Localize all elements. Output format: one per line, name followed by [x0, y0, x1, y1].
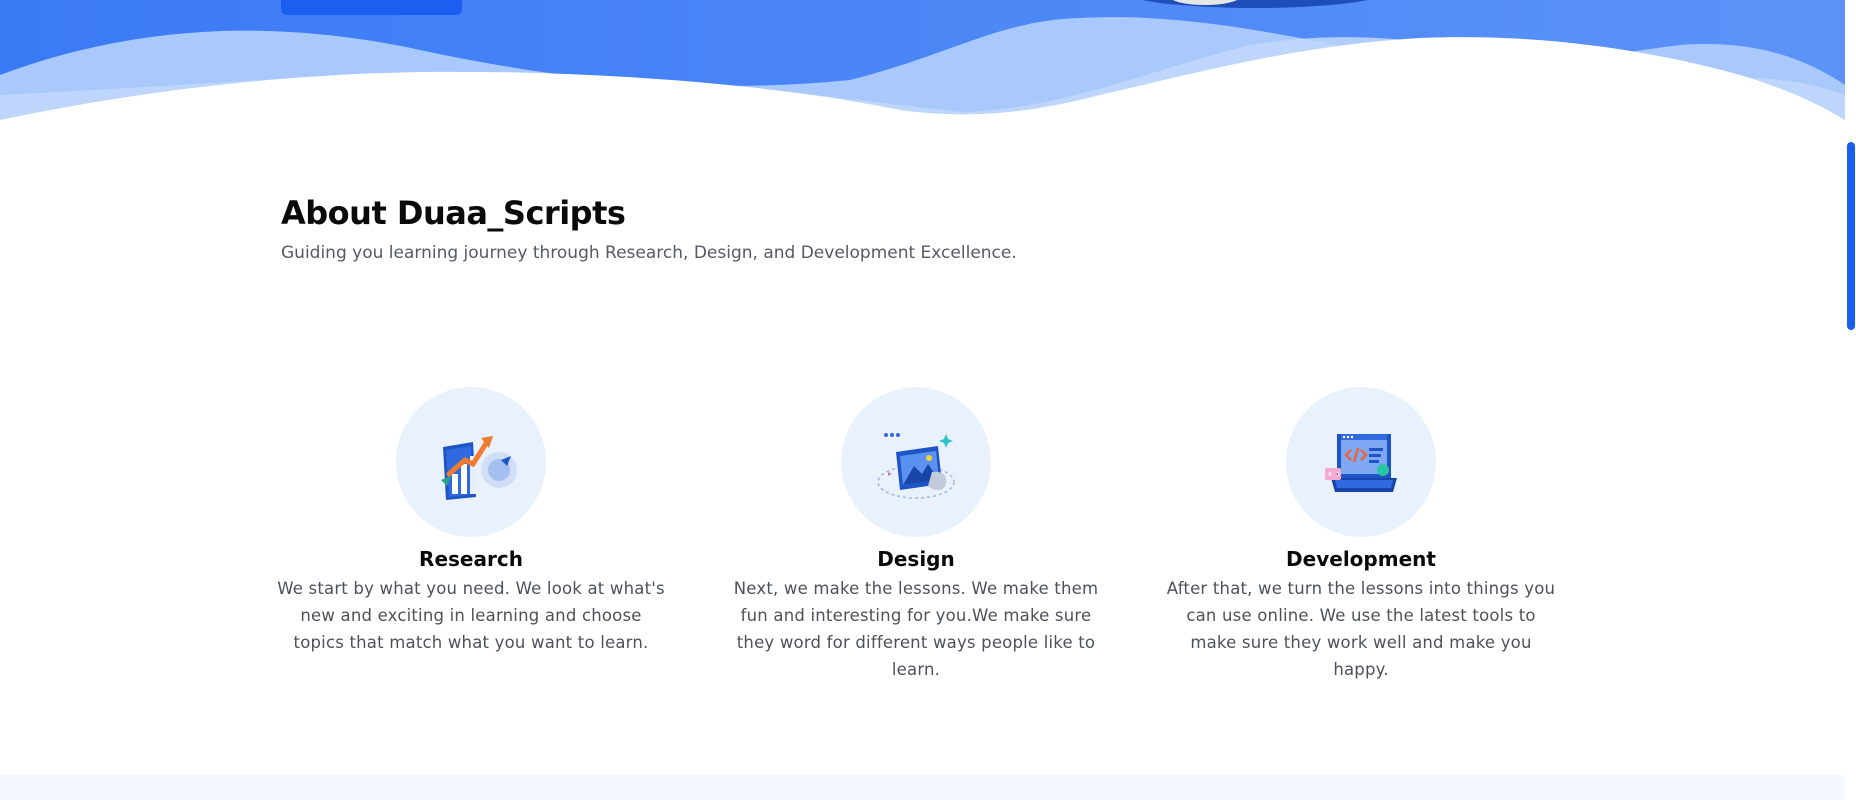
about-subtitle: Guiding you learning journey through Res…	[281, 243, 1017, 263]
feature-research: Research We start by what you need. We l…	[276, 387, 666, 656]
icon-circle	[841, 387, 991, 537]
icon-circle	[396, 387, 546, 537]
about-title: About Duaa_Scripts	[281, 194, 626, 232]
feature-description: After that, we turn the lessons into thi…	[1166, 579, 1556, 679]
page-scrollbar[interactable]	[1845, 0, 1856, 800]
feature-description: Next, we make the lessons. We make them …	[733, 579, 1099, 679]
scrollbar-thumb[interactable]	[1847, 142, 1855, 330]
hero-wave-background	[0, 0, 1845, 125]
next-section-background	[0, 775, 1845, 800]
hero-illustration	[1142, 0, 1368, 8]
feature-development: Development After that, we turn the less…	[1166, 387, 1556, 683]
development-laptop-icon	[1325, 434, 1397, 492]
feature-title: Research	[419, 547, 523, 571]
feature-title: Design	[877, 547, 955, 571]
feature-design: Design Next, we make the lessons. We mak…	[721, 387, 1111, 683]
feature-description: We start by what you need. We look at wh…	[277, 579, 665, 652]
design-image-icon	[877, 433, 955, 499]
icon-circle	[1286, 387, 1436, 537]
hero-cta-button[interactable]	[281, 0, 462, 15]
research-chart-icon	[441, 436, 517, 500]
feature-title: Development	[1286, 547, 1436, 571]
page: About Duaa_Scripts Guiding you learning …	[0, 0, 1856, 800]
